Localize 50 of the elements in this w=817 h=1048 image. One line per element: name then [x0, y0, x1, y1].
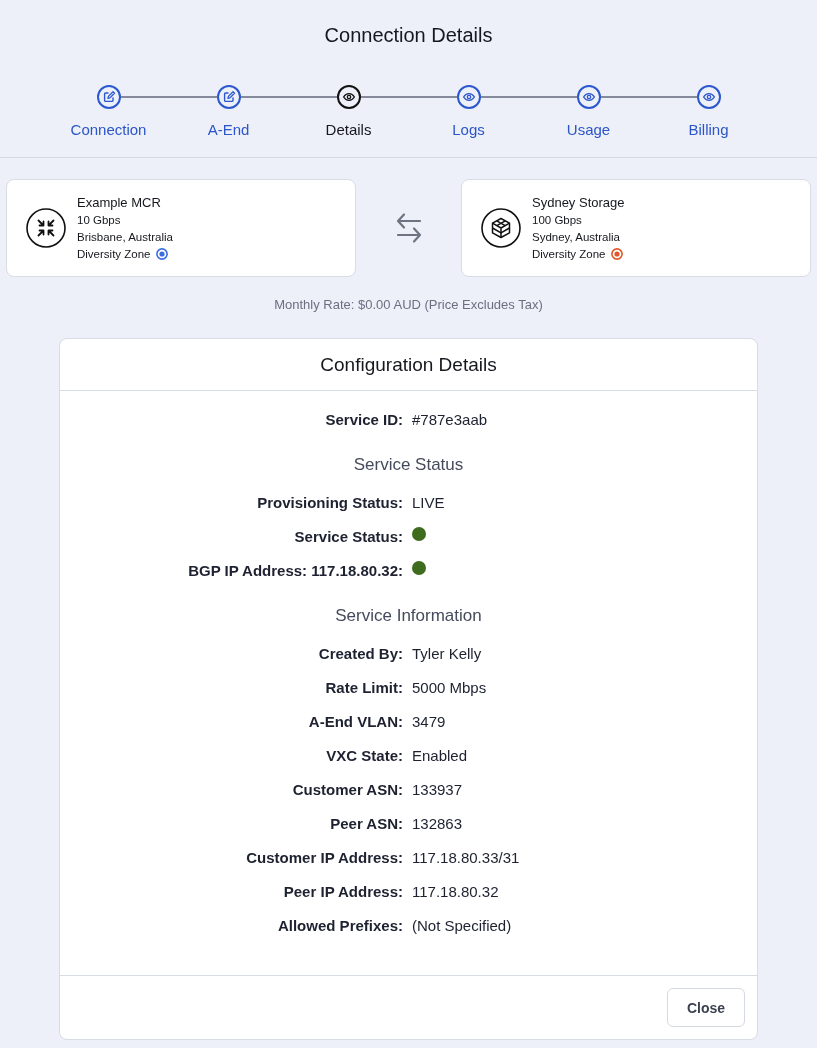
detail-label: Service Status: — [294, 527, 403, 547]
detail-label: Service ID: — [325, 410, 403, 430]
arrows-in-icon — [26, 208, 66, 248]
cube-icon — [481, 208, 521, 248]
page-title: Connection Details — [323, 23, 494, 47]
detail-value: (Not Specified) — [412, 916, 512, 936]
edit-icon[interactable] — [216, 85, 241, 109]
detail-label: Provisioning Status: — [257, 493, 403, 513]
detail-label: Customer ASN: — [292, 780, 403, 800]
endpoint-speed: 10 Gbps — [77, 212, 121, 228]
detail-value: 133937 — [412, 780, 463, 800]
detail-label: Customer IP Address: — [246, 848, 403, 868]
detail-label: BGP IP Address: 117.18.80.32: — [188, 561, 403, 581]
section-heading: Service Information — [335, 605, 482, 627]
detail-label: Rate Limit: — [325, 678, 403, 698]
detail-value: 132863 — [412, 814, 463, 834]
monthly-rate: Monthly Rate: $0.00 AUD (Price Excludes Tax) — [273, 297, 544, 313]
step-tab[interactable]: A-End — [207, 121, 250, 139]
endpoint-name: Sydney Storage — [532, 193, 625, 212]
detail-value: LIVE — [412, 493, 445, 513]
step-tab[interactable]: Logs — [452, 121, 485, 139]
endpoint-location: Brisbane, Australia — [77, 229, 173, 245]
endpoint-name: Example MCR — [77, 193, 161, 212]
diversity-zone-label: Diversity Zone — [77, 246, 151, 262]
detail-value: 5000 Mbps — [412, 678, 487, 698]
detail-label: Peer ASN: — [330, 814, 403, 834]
eye-icon[interactable] — [336, 85, 361, 109]
step-tab[interactable]: Billing — [688, 121, 729, 139]
diversity-zone-label: Diversity Zone — [532, 246, 606, 262]
edit-icon[interactable] — [96, 85, 121, 109]
detail-label: VXC State: — [326, 746, 403, 766]
detail-value: 117.18.80.33/31 — [412, 848, 520, 868]
detail-label: Peer IP Address: — [283, 882, 403, 902]
step-tab[interactable]: Usage — [566, 121, 611, 139]
section-heading: Service Status — [353, 454, 464, 476]
detail-label: Created By: — [318, 644, 403, 664]
detail-value: Tyler Kelly — [412, 644, 482, 664]
detail-value: 3479 — [412, 712, 446, 732]
close-button[interactable]: Close — [667, 988, 745, 1027]
detail-label: A-End VLAN: — [308, 712, 403, 732]
step-tab[interactable]: Details — [325, 121, 372, 139]
detail-value: Enabled — [412, 746, 468, 766]
config-title: Configuration Details — [319, 353, 498, 377]
detail-value: #787e3aab — [412, 410, 488, 430]
step-tab[interactable]: Connection — [70, 121, 147, 139]
endpoint-location: Sydney, Australia — [532, 229, 620, 245]
swap-arrows-icon — [395, 211, 422, 245]
endpoint-speed: 100 Gbps — [532, 212, 582, 228]
detail-label: Allowed Prefixes: — [277, 916, 403, 936]
detail-value: 117.18.80.32 — [412, 882, 499, 902]
